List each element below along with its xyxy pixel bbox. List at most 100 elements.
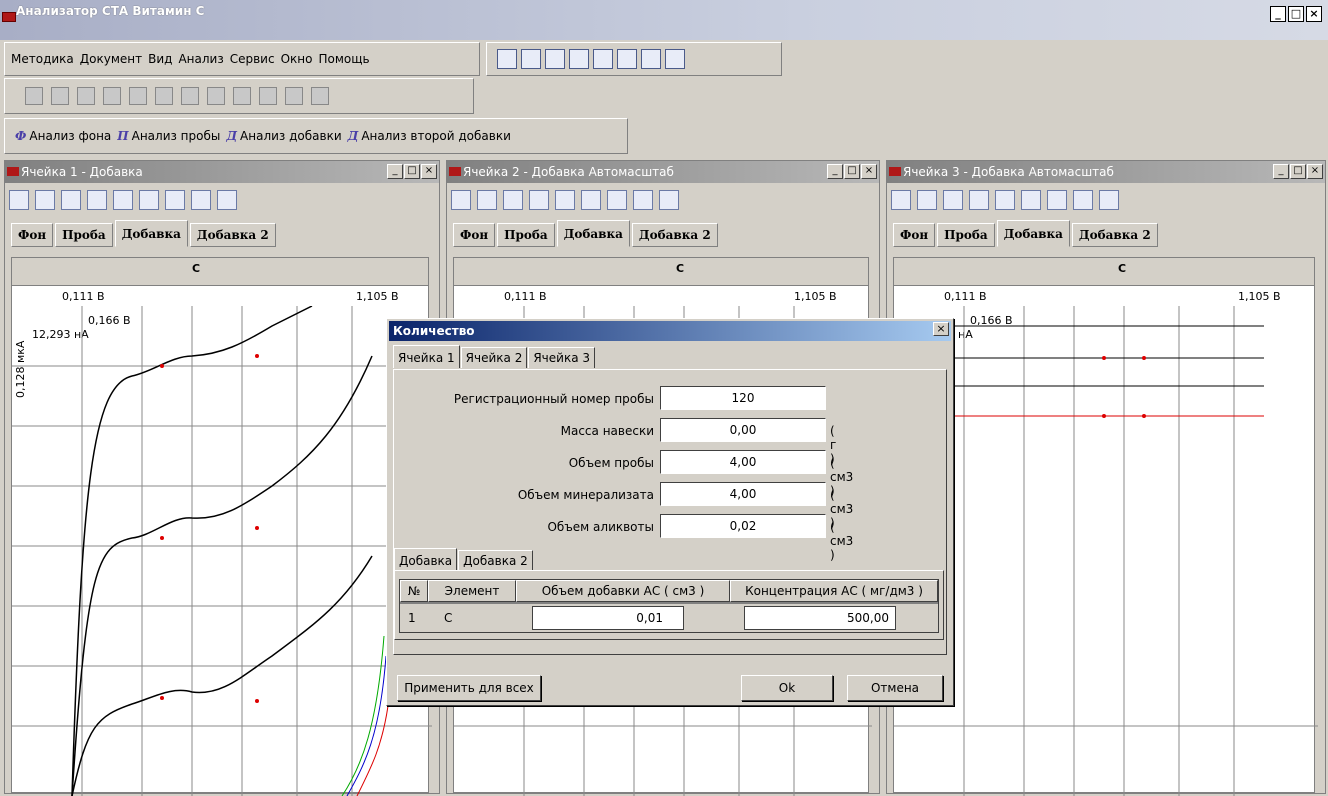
mass-input[interactable]: 0,00 [660, 418, 826, 442]
paste-icon[interactable] [233, 87, 251, 105]
menu-service[interactable]: Сервис [230, 52, 275, 66]
table-icon[interactable] [521, 49, 541, 69]
tab-sample[interactable]: Проба [937, 223, 995, 247]
settings-icon[interactable] [659, 190, 679, 210]
mineralizate-volume-input[interactable]: 4,00 [660, 482, 826, 506]
copy-icon[interactable] [207, 87, 225, 105]
menu-window[interactable]: Окно [281, 52, 313, 66]
analysis-background-button[interactable]: Ф Анализ фона [15, 129, 111, 143]
cursor-icon[interactable] [87, 190, 107, 210]
grid-icon[interactable] [9, 190, 29, 210]
minimize-button[interactable]: _ [1273, 164, 1289, 179]
pi-icon[interactable] [1021, 190, 1041, 210]
apply-all-button[interactable]: Применить для всех [397, 675, 541, 701]
minimize-button[interactable]: _ [387, 164, 403, 179]
maximize-button[interactable]: □ [404, 164, 420, 179]
save-icon[interactable] [103, 87, 121, 105]
tab-additive[interactable]: Добавка [996, 220, 1070, 247]
zoom-in-icon[interactable] [35, 190, 55, 210]
tab-additive-2[interactable]: Добавка 2 [631, 223, 718, 247]
print-icon[interactable] [259, 87, 277, 105]
d1-icon[interactable] [1047, 190, 1067, 210]
menu-metodika[interactable]: Методика [11, 52, 74, 66]
sample-volume-input[interactable]: 4,00 [660, 450, 826, 474]
menu-view[interactable]: Вид [148, 52, 172, 66]
notes-icon[interactable] [311, 87, 329, 105]
menu-document[interactable]: Документ [80, 52, 142, 66]
drop-icon[interactable] [155, 87, 173, 105]
d2-icon[interactable] [191, 190, 211, 210]
new-file-icon[interactable] [25, 87, 43, 105]
dialog-close-button[interactable]: × [933, 322, 949, 336]
tab-additive-2[interactable]: Добавка 2 [458, 550, 533, 571]
maximize-button[interactable]: □ [1288, 6, 1304, 22]
analysis-additive-button[interactable]: Д Анализ добавки [226, 129, 341, 143]
zoom-in-icon[interactable] [477, 190, 497, 210]
flask-icon[interactable] [181, 87, 199, 105]
ok-button[interactable]: Ok [741, 675, 833, 701]
menu-help[interactable]: Помощь [318, 52, 369, 66]
close-button[interactable]: × [861, 164, 877, 179]
additive-volume-input[interactable]: 0,01 [532, 606, 684, 630]
cursor-icon[interactable] [529, 190, 549, 210]
tab-sample[interactable]: Проба [497, 223, 555, 247]
zoom-out-icon[interactable] [943, 190, 963, 210]
grid-icon[interactable] [451, 190, 471, 210]
x-left-label: 0,111 В [62, 290, 105, 303]
tab-additive[interactable]: Добавка [114, 220, 188, 247]
d1-icon[interactable] [607, 190, 627, 210]
tab-cell-1[interactable]: Ячейка 1 [393, 345, 460, 368]
reg-number-input[interactable]: 120 [660, 386, 826, 410]
d2-icon[interactable] [1073, 190, 1093, 210]
settings-icon[interactable] [1099, 190, 1119, 210]
tab-additive[interactable]: Добавка [394, 548, 458, 571]
cursor-icon[interactable] [969, 190, 989, 210]
minimize-button[interactable]: _ [1270, 6, 1286, 22]
aliquot-volume-input[interactable]: 0,02 [660, 514, 826, 538]
mountain-chart-icon[interactable] [665, 49, 685, 69]
zoom-in-icon[interactable] [917, 190, 937, 210]
graph-icon[interactable] [617, 49, 637, 69]
d1-icon[interactable] [165, 190, 185, 210]
menu-analysis[interactable]: Анализ [178, 52, 223, 66]
phi-icon[interactable] [995, 190, 1015, 210]
word-icon[interactable] [285, 87, 303, 105]
list-icon[interactable] [569, 49, 589, 69]
tab-additive[interactable]: Добавка [556, 220, 630, 247]
edit-icon[interactable] [497, 49, 517, 69]
tool-icon[interactable] [641, 49, 661, 69]
chart-icon[interactable] [545, 49, 565, 69]
zoom-out-icon[interactable] [503, 190, 523, 210]
close-button[interactable]: × [1306, 6, 1322, 22]
pi-icon[interactable] [581, 190, 601, 210]
maximize-button[interactable]: □ [844, 164, 860, 179]
concentration-input[interactable]: 500,00 [744, 606, 896, 630]
phi-icon[interactable] [113, 190, 133, 210]
analysis-sample-button[interactable]: П Анализ пробы [117, 129, 220, 143]
tab-background[interactable]: Фон [893, 223, 936, 247]
close-button[interactable]: × [1307, 164, 1323, 179]
tab-additive-2[interactable]: Добавка 2 [189, 223, 276, 247]
card-icon[interactable] [129, 87, 147, 105]
minimize-button[interactable]: _ [827, 164, 843, 179]
close-button[interactable]: × [421, 164, 437, 179]
grid-icon[interactable] [891, 190, 911, 210]
pi-icon[interactable] [139, 190, 159, 210]
maximize-button[interactable]: □ [1290, 164, 1306, 179]
phi-icon[interactable] [555, 190, 575, 210]
waves-icon[interactable] [593, 49, 613, 69]
zoom-out-icon[interactable] [61, 190, 81, 210]
tab-background[interactable]: Фон [453, 223, 496, 247]
d2-icon[interactable] [633, 190, 653, 210]
cancel-button[interactable]: Отмена [847, 675, 943, 701]
book-icon[interactable] [77, 87, 95, 105]
settings-icon[interactable] [217, 190, 237, 210]
analysis-second-additive-button[interactable]: Д Анализ второй добавки [348, 129, 511, 143]
tab-sample[interactable]: Проба [55, 223, 113, 247]
tab-cell-2[interactable]: Ячейка 2 [460, 347, 528, 368]
tab-additive-2[interactable]: Добавка 2 [1071, 223, 1158, 247]
tab-background[interactable]: Фон [11, 223, 54, 247]
window-icon [889, 167, 901, 176]
open-folder-icon[interactable] [51, 87, 69, 105]
tab-cell-3[interactable]: Ячейка 3 [528, 347, 596, 368]
